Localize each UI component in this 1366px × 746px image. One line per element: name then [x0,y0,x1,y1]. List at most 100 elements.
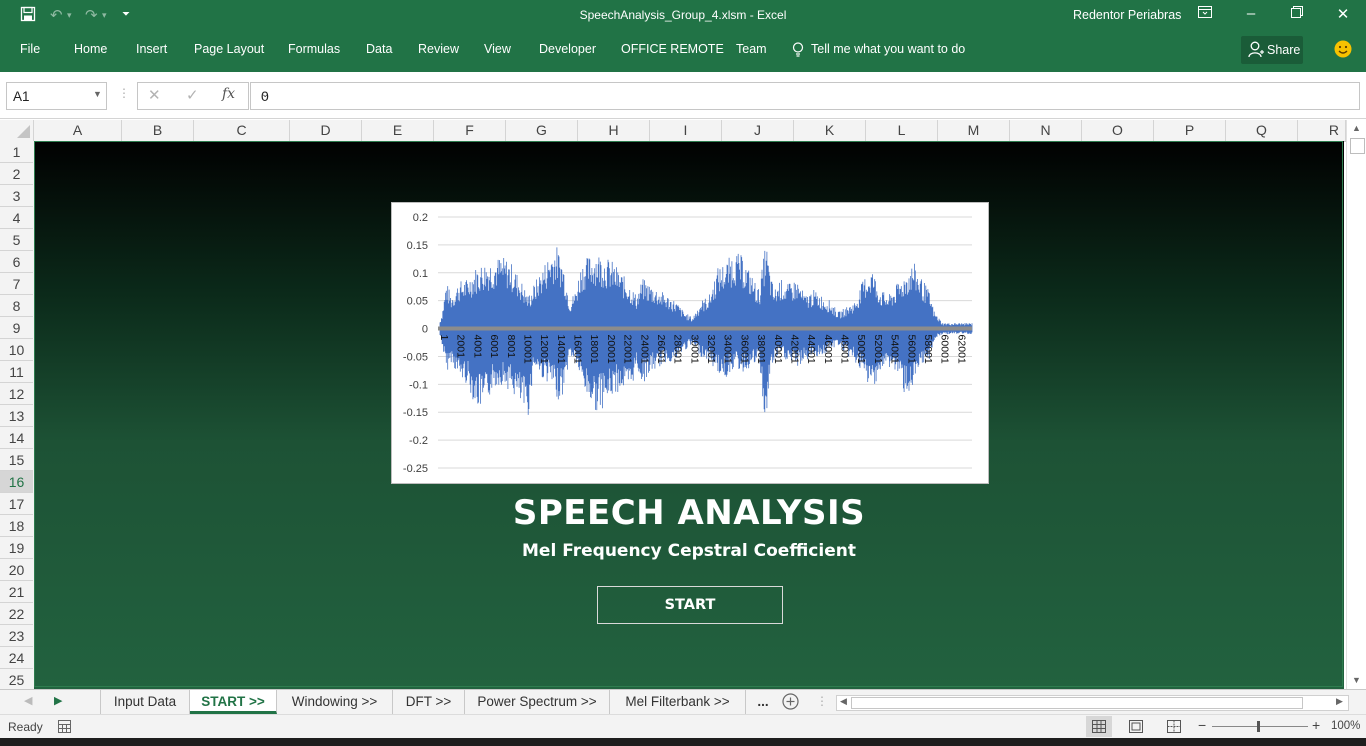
tab-formulas[interactable]: Formulas [288,42,340,56]
new-sheet-icon[interactable] [782,693,799,713]
column-header-c[interactable]: C [194,120,290,141]
column-header-k[interactable]: K [794,120,866,141]
insert-function-icon[interactable]: fx [222,86,235,102]
sheet-tab-mel-filterbank[interactable]: Mel Filterbank >> [610,690,746,714]
column-header-i[interactable]: I [650,120,722,141]
expand-formula-icon[interactable]: ⌄ [261,89,1355,100]
normal-view-button[interactable] [1086,716,1112,737]
sheet-tab-start[interactable]: START >> [190,690,277,714]
tab-data[interactable]: Data [366,42,392,56]
name-box-dropdown-icon[interactable]: ▼ [93,89,102,99]
more-sheets-button[interactable]: ... [746,690,780,714]
row-header-14[interactable]: 14 [0,427,33,449]
smiley-feedback-icon[interactable] [1334,40,1352,61]
column-header-l[interactable]: L [866,120,938,141]
column-header-j[interactable]: J [722,120,794,141]
column-header-h[interactable]: H [578,120,650,141]
zoom-level[interactable]: 100% [1331,720,1360,732]
confirm-entry-icon[interactable]: ✓ [186,86,199,104]
column-header-q[interactable]: Q [1226,120,1298,141]
row-header-10[interactable]: 10 [0,339,33,361]
start-button[interactable]: START [597,586,783,624]
sheet-tab-dft[interactable]: DFT >> [393,690,465,714]
column-header-f[interactable]: F [434,120,506,141]
tab-team[interactable]: Team [736,42,767,56]
worksheet-grid[interactable]: 0.2 0.15 0.1 0.05 0 -0.05 -0.1 -0.15 -0.2 -0.25 1 2… [34,141,1344,689]
scroll-up-icon[interactable]: ▲ [1352,123,1361,133]
row-header-22[interactable]: 22 [0,603,33,625]
tell-me-search[interactable]: Tell me what you want to do [811,42,965,56]
zoom-slider-thumb[interactable] [1257,721,1260,732]
formula-bar-grip-icon[interactable]: ⋮ [118,86,130,100]
tab-developer[interactable]: Developer [539,42,596,56]
column-header-p[interactable]: P [1154,120,1226,141]
page-layout-view-icon[interactable] [1129,720,1143,736]
column-header-a[interactable]: A [34,120,122,141]
scroll-tabs-right-icon[interactable]: ▶ [54,694,62,707]
row-header-5[interactable]: 5 [0,229,33,251]
page-break-view-icon[interactable] [1167,720,1181,736]
row-header-8[interactable]: 8 [0,295,33,317]
row-header-1[interactable]: 1 [0,141,33,163]
vertical-scroll-thumb[interactable] [1350,138,1365,154]
row-header-17[interactable]: 17 [0,493,33,515]
scroll-tabs-left-icon[interactable]: ◀ [24,694,32,707]
name-box[interactable]: A1 ▼ [6,82,107,110]
zoom-in-icon[interactable]: + [1312,717,1320,733]
row-header-3[interactable]: 3 [0,185,33,207]
tab-splitter-icon[interactable]: ⋮ [816,694,828,708]
row-header-6[interactable]: 6 [0,251,33,273]
macro-recording-icon[interactable] [58,720,71,736]
tab-view[interactable]: View [484,42,511,56]
close-icon[interactable]: ✕ [1328,5,1358,23]
column-header-n[interactable]: N [1010,120,1082,141]
row-header-24[interactable]: 24 [0,647,33,669]
horizontal-scroll-thumb[interactable] [851,697,1303,709]
column-header-b[interactable]: B [122,120,194,141]
row-header-13[interactable]: 13 [0,405,33,427]
row-header-25[interactable]: 25 [0,669,33,691]
row-header-15[interactable]: 15 [0,449,33,471]
row-header-16[interactable]: 16 [0,471,33,493]
row-header-9[interactable]: 9 [0,317,33,339]
tab-file[interactable]: File [20,42,40,56]
restore-icon[interactable] [1282,5,1312,22]
column-header-d[interactable]: D [290,120,362,141]
tab-page-layout[interactable]: Page Layout [194,42,264,56]
row-header-4[interactable]: 4 [0,207,33,229]
zoom-out-icon[interactable]: − [1198,717,1206,733]
sheet-tab-windowing[interactable]: Windowing >> [277,690,393,714]
column-header-g[interactable]: G [506,120,578,141]
tab-home[interactable]: Home [74,42,107,56]
hscroll-right-icon[interactable]: ▶ [1336,696,1343,707]
column-header-o[interactable]: O [1082,120,1154,141]
row-header-18[interactable]: 18 [0,515,33,537]
tab-office-remote[interactable]: OFFICE REMOTE [621,42,724,56]
waveform-chart[interactable]: 0.2 0.15 0.1 0.05 0 -0.05 -0.1 -0.15 -0.2 -0.25 1 2… [391,202,989,484]
ribbon-display-options-icon[interactable] [1190,5,1220,22]
select-all-corner[interactable] [0,120,34,141]
column-header-r[interactable]: R [1298,120,1346,141]
row-header-2[interactable]: 2 [0,163,33,185]
row-header-21[interactable]: 21 [0,581,33,603]
column-header-m[interactable]: M [938,120,1010,141]
hscroll-left-icon[interactable]: ◀ [840,696,847,707]
minimize-icon[interactable]: – [1236,5,1266,22]
row-header-7[interactable]: 7 [0,273,33,295]
formula-input[interactable]: 0 ⌄ [250,82,1360,110]
sheet-tab-power-spectrum[interactable]: Power Spectrum >> [465,690,610,714]
vertical-scrollbar[interactable]: ▲ ▼ [1346,120,1366,689]
sheet-tab-input-data[interactable]: Input Data [100,690,190,714]
tab-insert[interactable]: Insert [136,42,167,56]
zoom-slider[interactable] [1212,721,1308,732]
horizontal-scrollbar[interactable]: ◀ ▶ [836,695,1349,711]
user-name[interactable]: Redentor Periabras [1073,8,1181,22]
row-header-19[interactable]: 19 [0,537,33,559]
scroll-down-icon[interactable]: ▼ [1352,675,1361,685]
row-header-12[interactable]: 12 [0,383,33,405]
row-header-20[interactable]: 20 [0,559,33,581]
tab-review[interactable]: Review [418,42,459,56]
column-header-e[interactable]: E [362,120,434,141]
share-button[interactable]: Share [1241,36,1303,64]
row-header-11[interactable]: 11 [0,361,33,383]
